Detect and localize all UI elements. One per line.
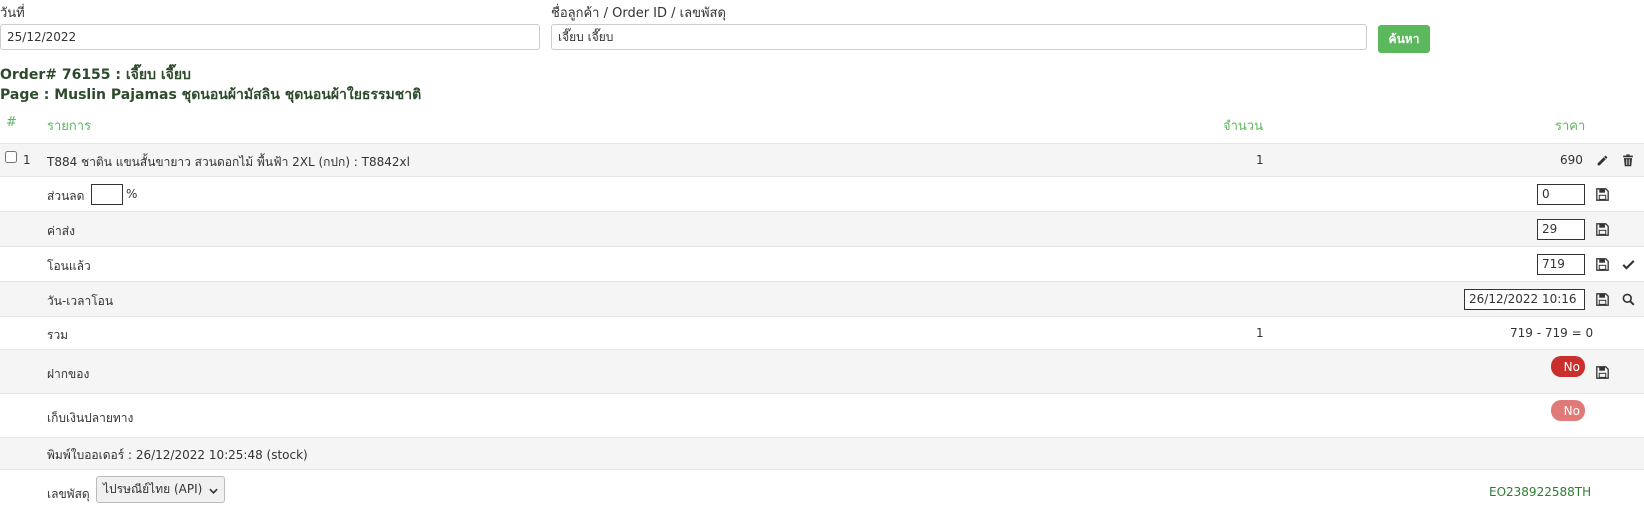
total-value: 719 - 719 = 0 xyxy=(1510,326,1594,340)
order-title: Order# 76155 : เจี๊ยบ เจี๊ยบ xyxy=(0,67,191,83)
printed-row: พิมพ์ใบออเดอร์ : 26/12/2022 10:25:48 (st… xyxy=(0,437,1644,469)
save-icon[interactable] xyxy=(1594,186,1610,202)
shipping-row: ค่าส่ง 29 xyxy=(0,211,1644,246)
total-qty: 1 xyxy=(1256,326,1264,340)
date-input[interactable]: 25/12/2022 xyxy=(0,24,540,50)
discount-row: ส่วนลด % 0 xyxy=(0,176,1644,211)
cod-label: เก็บเงินปลายทาง xyxy=(47,411,134,425)
chevron-down-icon xyxy=(209,483,218,497)
customer-search-input[interactable]: เจี๊ยบ เจี๊ยบ xyxy=(551,24,1367,50)
save-icon[interactable] xyxy=(1594,291,1610,307)
total-row: รวม 1 719 - 719 = 0 xyxy=(0,316,1644,349)
date-label: วันที่ xyxy=(0,6,25,21)
discount-label: ส่วนลด xyxy=(47,189,85,203)
item-price: 690 xyxy=(1560,153,1583,167)
discount-input[interactable]: 0 xyxy=(1537,184,1585,205)
percent-sign: % xyxy=(126,187,138,201)
save-icon[interactable] xyxy=(1594,256,1610,272)
carrier-select-value: ไปรษณีย์ไทย (API) xyxy=(103,482,203,496)
customer-label: ชื่อลูกค้า / Order ID / เลขพัสดุ xyxy=(551,6,726,21)
pencil-icon[interactable] xyxy=(1594,152,1610,168)
trash-icon[interactable] xyxy=(1620,152,1636,168)
save-icon[interactable] xyxy=(1594,364,1610,380)
transfer-time-row: วัน-เวลาโอน 26/12/2022 10:16 xyxy=(0,281,1644,316)
cod-toggle-label: No xyxy=(1563,403,1580,418)
cod-toggle[interactable]: No xyxy=(1551,400,1585,421)
item-checkbox[interactable] xyxy=(5,151,17,163)
col-header-qty: จำนวน xyxy=(1223,119,1263,134)
tracking-row: เลขพัสดุ EO238922588TH xyxy=(0,469,1644,512)
transfer-time-input[interactable]: 26/12/2022 10:16 xyxy=(1464,289,1585,310)
paid-row: โอนแล้ว 719 xyxy=(0,246,1644,281)
shipping-input[interactable]: 29 xyxy=(1537,219,1585,240)
paid-label: โอนแล้ว xyxy=(47,259,91,273)
paid-input[interactable]: 719 xyxy=(1537,254,1585,275)
col-header-num: # xyxy=(6,115,17,130)
transfer-time-label: วัน-เวลาโอน xyxy=(47,294,114,308)
tracking-label: เลขพัสดุ xyxy=(47,487,90,501)
search-icon[interactable] xyxy=(1620,291,1636,307)
item-number: 1 xyxy=(23,153,31,167)
cod-row: เก็บเงินปลายทาง No xyxy=(0,393,1644,437)
tracking-number[interactable]: EO238922588TH xyxy=(1489,485,1591,499)
table-row: 1 T884 ชาติน แขนสั้นขายาว สวนดอกไม้ พื้น… xyxy=(0,143,1644,176)
search-button[interactable]: ค้นหา xyxy=(1378,25,1430,53)
deposit-label: ฝากของ xyxy=(47,367,90,381)
deposit-toggle-label: No xyxy=(1563,359,1580,374)
shipping-label: ค่าส่ง xyxy=(47,224,75,238)
check-icon[interactable] xyxy=(1620,256,1636,272)
printed-label: พิมพ์ใบออเดอร์ : 26/12/2022 10:25:48 (st… xyxy=(47,448,308,462)
carrier-select[interactable]: ไปรษณีย์ไทย (API) xyxy=(96,476,225,503)
deposit-row: ฝากของ No xyxy=(0,349,1644,393)
item-name: T884 ชาติน แขนสั้นขายาว สวนดอกไม้ พื้นฟ้… xyxy=(47,155,410,169)
col-header-item: รายการ xyxy=(47,119,92,134)
save-icon[interactable] xyxy=(1594,221,1610,237)
deposit-toggle[interactable]: No xyxy=(1551,356,1585,377)
col-header-price: ราคา xyxy=(1555,119,1586,134)
page-title: Page : Muslin Pajamas ชุดนอนผ้ามัสลิน ชุ… xyxy=(0,87,422,103)
total-label: รวม xyxy=(47,328,69,342)
item-qty: 1 xyxy=(1256,153,1264,167)
discount-percent-input[interactable] xyxy=(91,184,123,205)
